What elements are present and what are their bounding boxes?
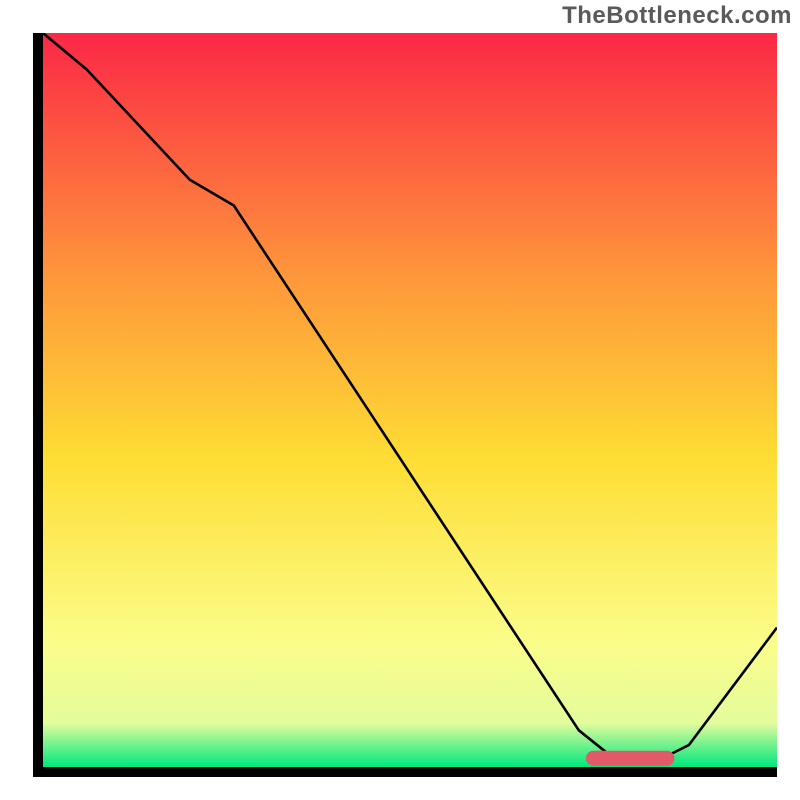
chart-svg bbox=[43, 33, 777, 767]
gradient-bg bbox=[43, 33, 777, 767]
chart-frame: TheBottleneck.com bbox=[0, 0, 800, 800]
plot-area bbox=[33, 33, 777, 777]
watermark-text: TheBottleneck.com bbox=[562, 2, 792, 30]
